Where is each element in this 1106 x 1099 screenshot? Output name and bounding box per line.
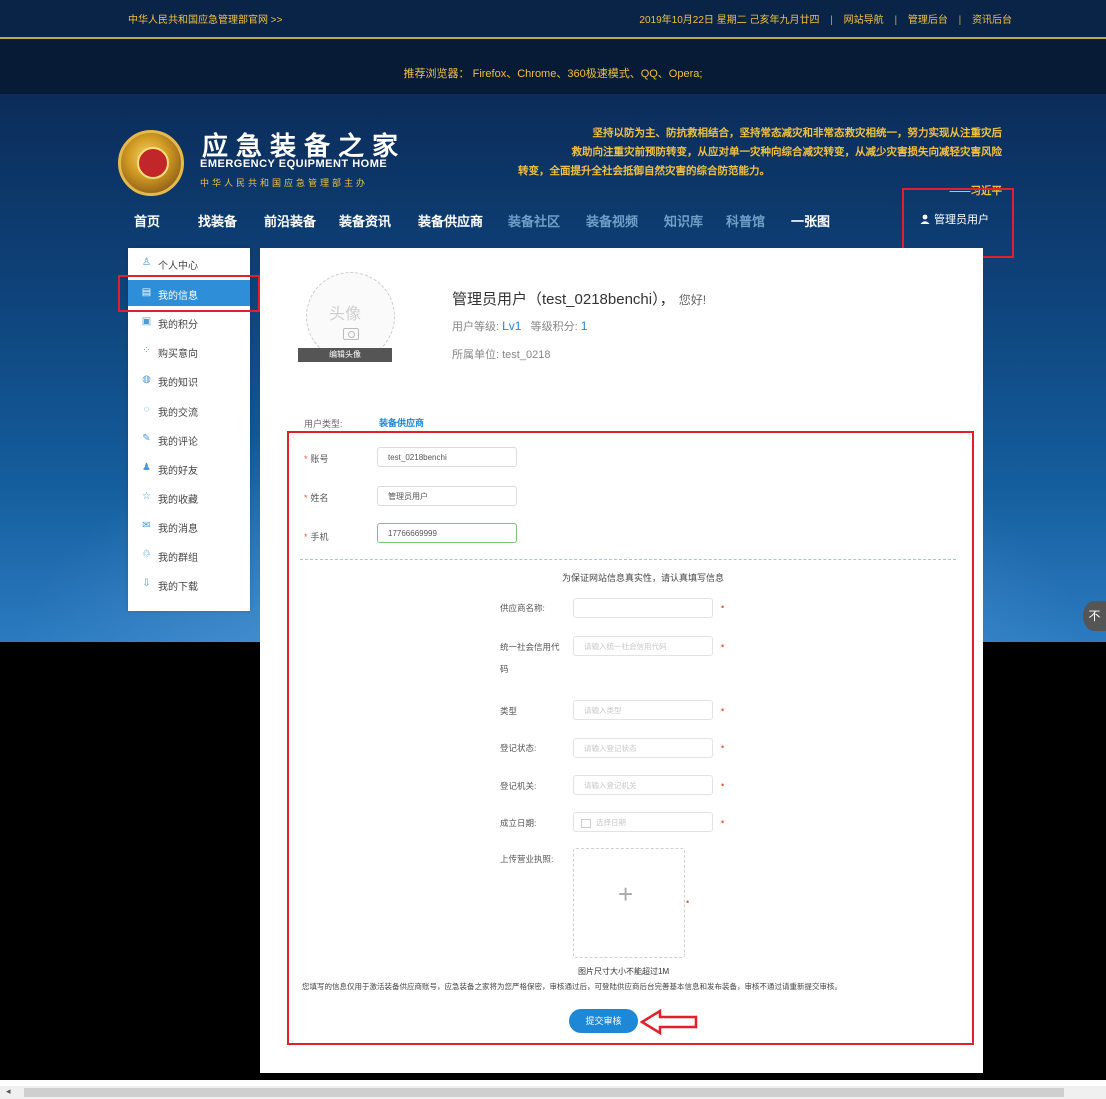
sidebar-item-my-exchange[interactable]: ◌ 我的交流 xyxy=(128,397,250,423)
highlight-my-info xyxy=(118,275,260,312)
date-text: 2019年10月22日 星期二 己亥年九月廿四 xyxy=(639,15,820,26)
required-star: • xyxy=(721,602,725,612)
nav-find-equipment[interactable]: 找装备 xyxy=(198,211,237,230)
site-nav-link[interactable]: 网站导航 xyxy=(844,15,884,26)
nav-home[interactable]: 首页 xyxy=(134,211,160,230)
type-label: 类型 xyxy=(500,706,518,716)
nav-news[interactable]: 装备资讯 xyxy=(339,211,391,230)
arrow-left-icon xyxy=(640,1008,698,1036)
phone-field[interactable]: 17766669999 xyxy=(377,523,517,543)
user-type: 用户类型: 装备供应商 xyxy=(304,418,425,429)
back-to-top-button[interactable]: 不 xyxy=(1083,601,1106,631)
sidebar-item-my-comments[interactable]: ✎ 我的评论 xyxy=(128,426,250,452)
founded-date-picker[interactable]: 选择日期 xyxy=(573,812,713,832)
required-star: • xyxy=(721,817,725,827)
name-field[interactable]: 管理员用户 xyxy=(377,486,517,506)
site-sponsor: 中华人民共和国应急管理部主办 xyxy=(200,178,369,188)
top-bar: 中华人民共和国应急管理部官网 >> 2019年10月22日 星期二 己亥年九月廿… xyxy=(0,0,1106,39)
user-level: 用户等级: Lv1 等级积分: 1 xyxy=(452,319,588,333)
sidebar-item-my-friends[interactable]: ♟ 我的好友 xyxy=(128,455,250,481)
sidebar-item-my-messages[interactable]: ✉ 我的消息 xyxy=(128,513,250,539)
required-star: • xyxy=(721,705,725,715)
star-icon: ☆ xyxy=(142,491,151,502)
sidebar-item-personal-center[interactable]: ♙ 个人中心 xyxy=(128,250,250,276)
sidebar-item-my-points[interactable]: ▣ 我的积分 xyxy=(128,309,250,335)
calendar-icon xyxy=(581,819,591,828)
type-input[interactable]: 请输入类型 xyxy=(573,700,713,720)
plus-icon: + xyxy=(618,879,634,909)
friend-icon: ♟ xyxy=(142,462,151,473)
logo-emblem-icon[interactable] xyxy=(118,130,184,196)
upload-license-box[interactable]: + xyxy=(573,848,685,958)
supplier-notice: 为保证网站信息真实性，请认真填写信息 xyxy=(561,573,724,583)
sidebar-item-my-groups[interactable]: ♲ 我的群组 xyxy=(128,542,250,568)
knowledge-icon: ◍ xyxy=(142,374,151,385)
edit-avatar-button[interactable]: 编辑头像 xyxy=(298,348,392,362)
account-field[interactable]: test_0218benchi xyxy=(377,447,517,467)
nav-video[interactable]: 装备视频 xyxy=(586,211,638,230)
submit-review-button[interactable]: 提交审核 xyxy=(569,1009,638,1033)
founded-date-label: 成立日期: xyxy=(500,818,537,828)
camera-icon xyxy=(343,328,359,340)
scroll-thumb[interactable] xyxy=(24,1088,1064,1097)
upload-license-label: 上传营业执照: xyxy=(500,854,554,864)
required-star: • xyxy=(686,897,690,907)
pen-icon: ✎ xyxy=(142,433,151,444)
required-star: • xyxy=(721,780,725,790)
nav-knowledge[interactable]: 知识库 xyxy=(664,211,703,230)
user-type-value: 装备供应商 xyxy=(379,418,425,428)
ministry-link[interactable]: 中华人民共和国应急管理部官网 >> xyxy=(128,11,282,26)
horizontal-scrollbar[interactable]: ◂ xyxy=(0,1086,1106,1099)
section-divider xyxy=(300,559,956,560)
chat-icon: ◌ xyxy=(143,404,150,415)
upload-size-note: 图片尺寸大小不能超过1M xyxy=(578,967,670,976)
group-icon: ♲ xyxy=(142,549,151,560)
user-unit: 所属单位: test_0218 xyxy=(452,349,551,361)
account-label: * 账号 xyxy=(304,454,329,464)
browser-recommendation: 推荐浏览器： Firefox、Chrome、360极速模式、QQ、Opera; xyxy=(0,39,1106,94)
greeting: 管理员用户（test_0218benchi）， 您好! xyxy=(452,291,707,308)
reg-authority-input[interactable]: 请输入登记机关 xyxy=(573,775,713,795)
name-label: * 姓名 xyxy=(304,493,329,503)
scroll-left-icon[interactable]: ◂ xyxy=(6,1086,11,1097)
sidebar-item-purchase-intent[interactable]: ⁘ 购买意向 xyxy=(128,338,250,364)
credit-code-label: 统一社会信用代码 xyxy=(500,642,560,674)
supplier-name-input[interactable] xyxy=(573,598,713,618)
credit-code-input[interactable]: 请输入统一社会信用代码 xyxy=(573,636,713,656)
sidebar-item-my-knowledge[interactable]: ◍ 我的知识 xyxy=(128,367,250,393)
admin-link[interactable]: 管理后台 xyxy=(908,15,948,26)
disclaimer: 您填写的信息仅用于激活装备供应商账号，应急装备之家将为您严格保密，审核通过后，可… xyxy=(302,982,842,991)
nav-suppliers[interactable]: 装备供应商 xyxy=(418,211,483,230)
sidebar-item-my-favorites[interactable]: ☆ 我的收藏 xyxy=(128,484,250,510)
points-icon: ▣ xyxy=(141,316,152,327)
grid-icon: ⁘ xyxy=(142,345,151,356)
mail-icon: ✉ xyxy=(142,520,151,531)
required-star: • xyxy=(721,742,725,752)
nav-community[interactable]: 装备社区 xyxy=(508,211,560,230)
news-admin-link[interactable]: 资讯后台 xyxy=(972,15,1012,26)
nav-frontier[interactable]: 前沿装备 xyxy=(264,211,316,230)
required-star: • xyxy=(721,641,725,651)
site-title-en: EMERGENCY EQUIPMENT HOME xyxy=(200,158,388,170)
supplier-name-label: 供应商名称: xyxy=(500,603,545,613)
reg-status-input[interactable]: 请输入登记状态 xyxy=(573,738,713,758)
person-icon: ♙ xyxy=(142,257,151,268)
reg-authority-label: 登记机关: xyxy=(500,781,537,791)
nav-science[interactable]: 科普馆 xyxy=(726,211,765,230)
top-bar-right: 2019年10月22日 星期二 己亥年九月廿四 | 网站导航 | 管理后台 | … xyxy=(639,15,1012,26)
phone-label: * 手机 xyxy=(304,532,329,542)
reg-status-label: 登记状态: xyxy=(500,743,537,753)
nav-map[interactable]: 一张图 xyxy=(791,211,830,230)
